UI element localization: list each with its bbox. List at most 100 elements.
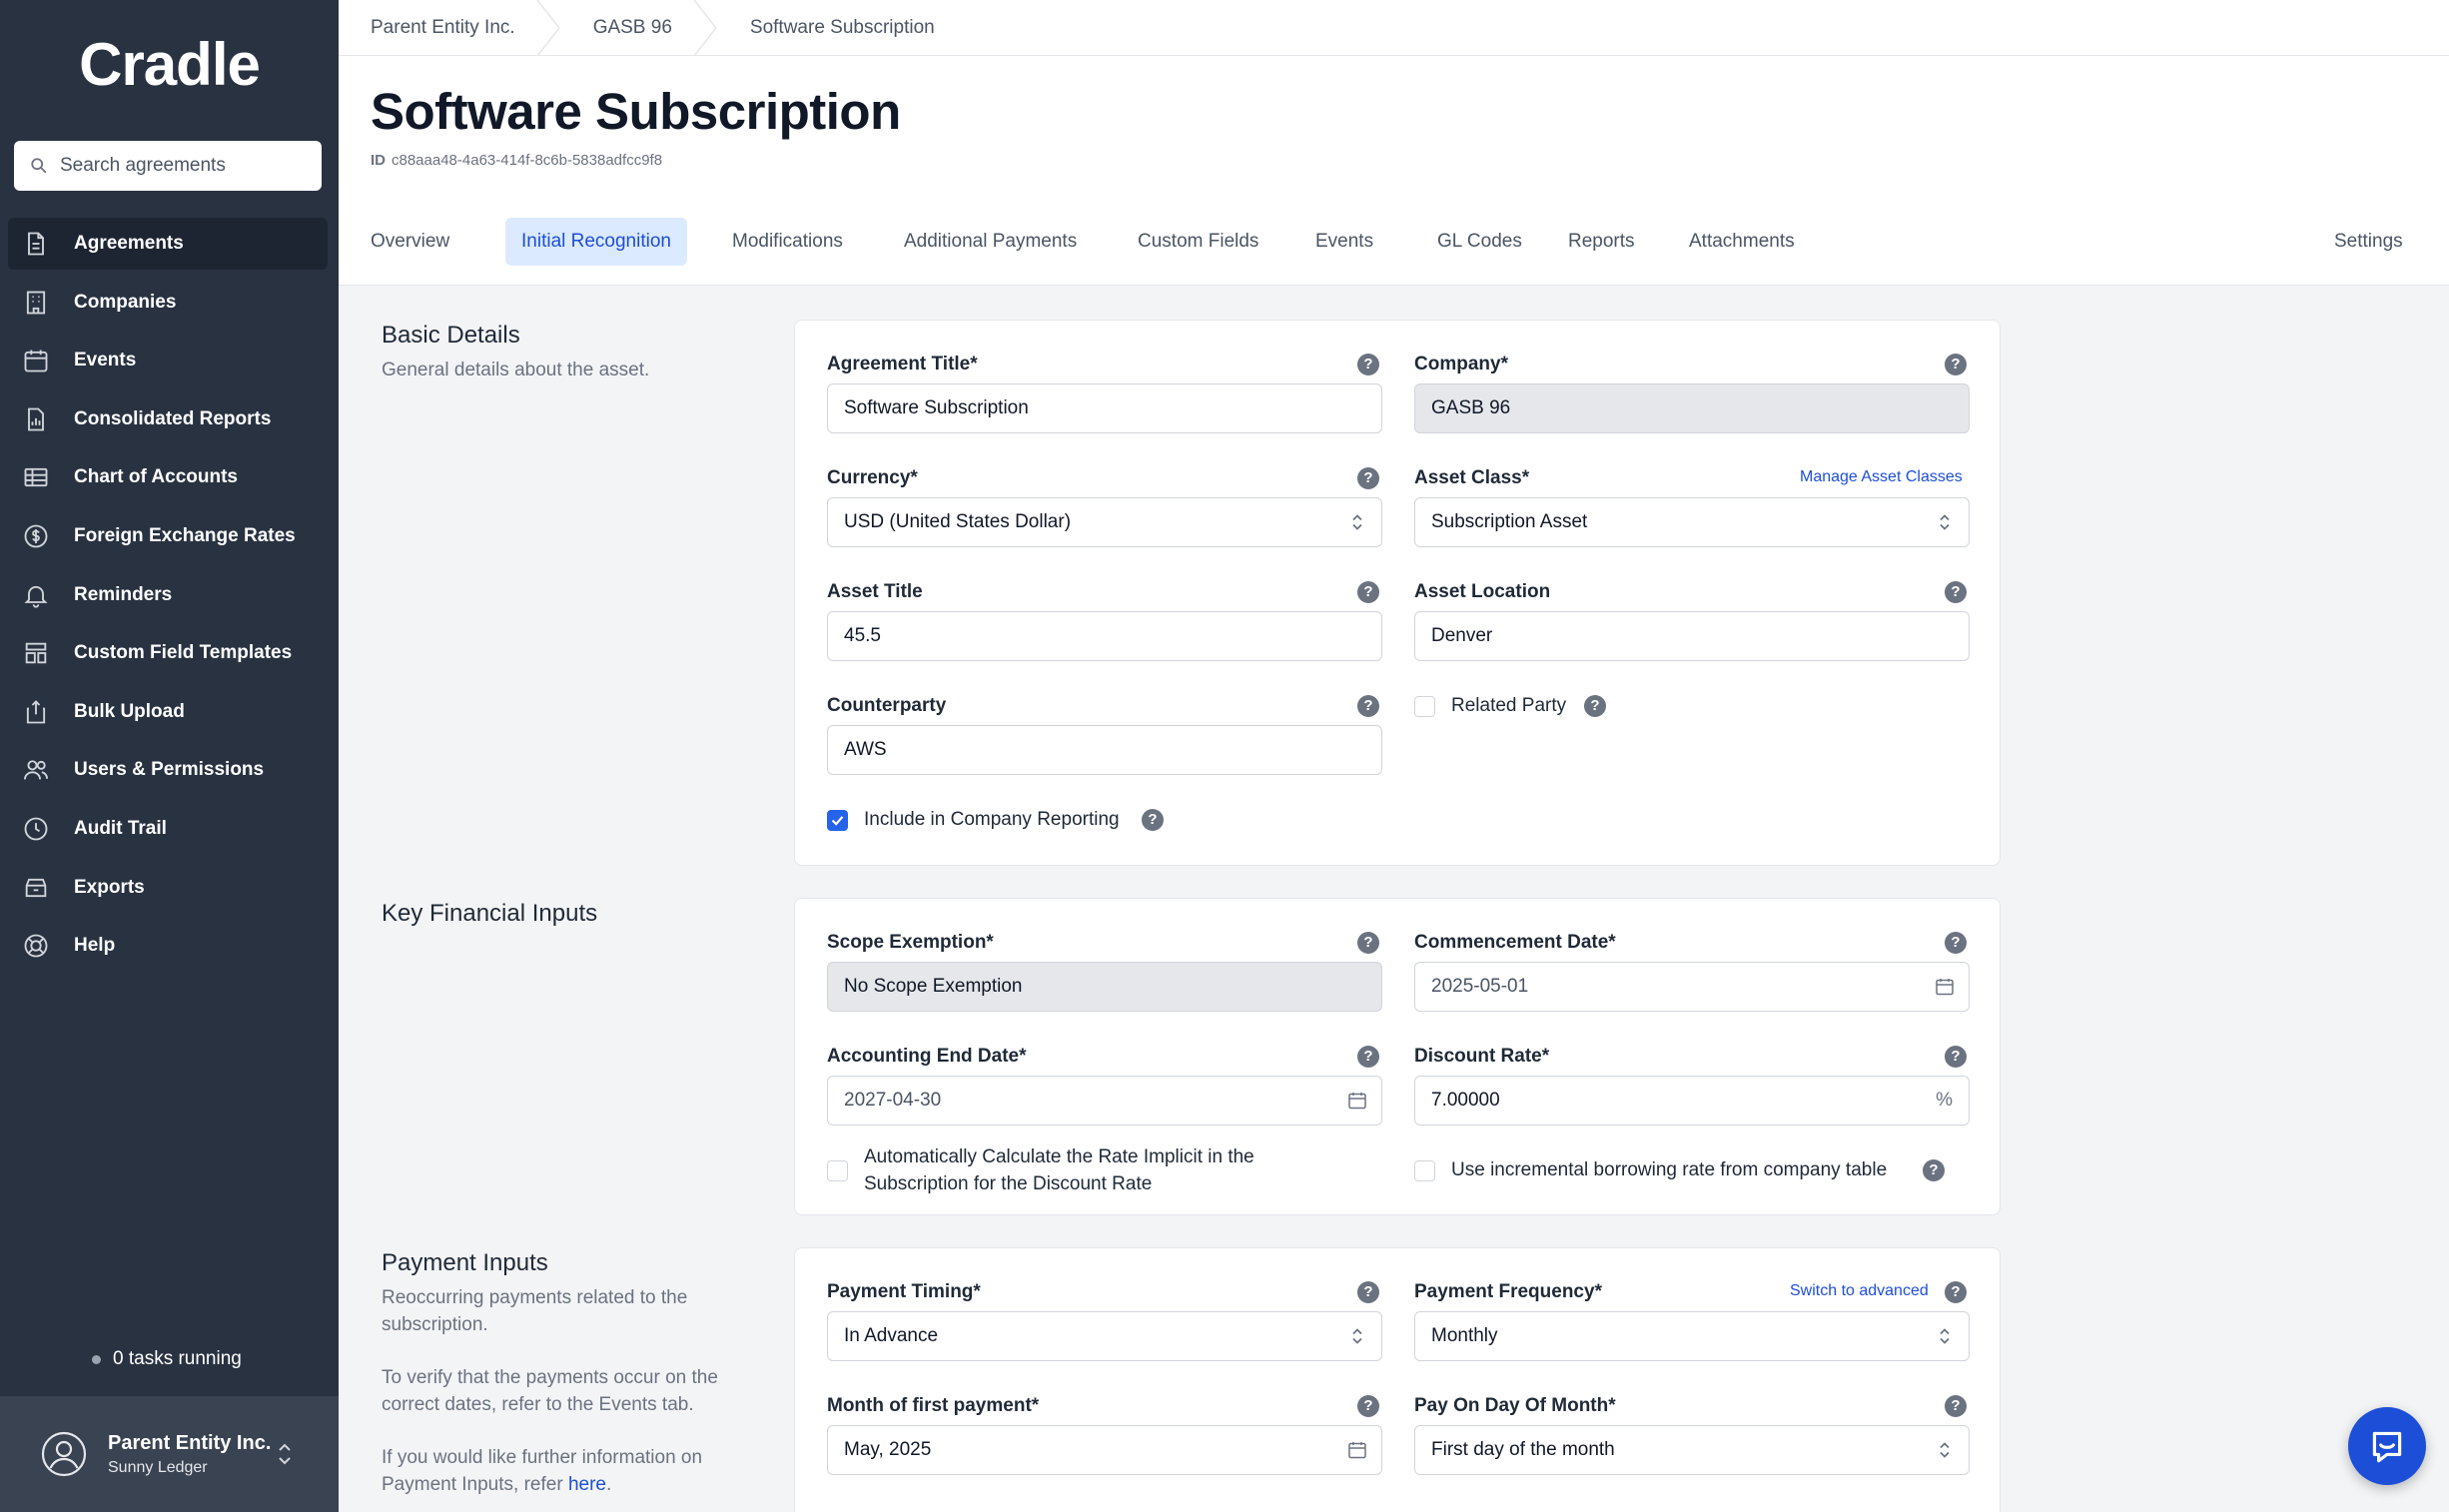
asset-title-input[interactable]: 45.5: [827, 611, 1382, 661]
agreement-title-input[interactable]: Software Subscription: [827, 383, 1382, 433]
help-icon[interactable]: ?: [1945, 354, 1967, 376]
sidebar-nav: Agreements Companies Events Consolidated…: [8, 218, 328, 979]
help-icon[interactable]: ?: [1357, 354, 1379, 376]
help-icon[interactable]: ?: [1357, 1395, 1379, 1417]
payment-frequency-select[interactable]: Monthly: [1414, 1311, 1970, 1361]
account-org: Parent Entity Inc.: [108, 1431, 272, 1454]
sidebar-item-users-permissions[interactable]: Users & Permissions: [8, 744, 328, 796]
breadcrumb: Parent Entity Inc. GASB 96 Software Subs…: [339, 0, 2449, 56]
checkmark-icon: [831, 816, 844, 826]
pay-day-label: Pay On Day Of Month*: [1414, 1395, 1616, 1416]
include-reporting-checkbox[interactable]: [827, 810, 848, 831]
sidebar-item-events[interactable]: Events: [8, 335, 328, 386]
tab-modifications[interactable]: Modifications: [716, 218, 859, 266]
help-icon[interactable]: ?: [1357, 1046, 1379, 1068]
chat-support-button[interactable]: [2348, 1407, 2426, 1485]
breadcrumb-item-parent[interactable]: Parent Entity Inc.: [339, 0, 535, 56]
payment-timing-select[interactable]: In Advance: [827, 1311, 1382, 1361]
calendar-icon[interactable]: [1347, 1091, 1367, 1111]
calendar-icon[interactable]: [1935, 977, 1955, 997]
ibr-checkbox[interactable]: [1414, 1160, 1435, 1181]
chat-icon: [2372, 1431, 2402, 1463]
tab-settings[interactable]: Settings: [2318, 218, 2419, 266]
payment-timing-value: In Advance: [844, 1325, 939, 1346]
help-icon[interactable]: ?: [1357, 581, 1379, 603]
sidebar-item-custom-field-templates[interactable]: Custom Field Templates: [8, 627, 328, 679]
tab-events[interactable]: Events: [1299, 218, 1389, 266]
key-financial-card: Scope Exemption* ? No Scope Exemption Co…: [794, 898, 2001, 1215]
asset-location-input[interactable]: Denver: [1414, 611, 1970, 661]
sidebar-item-agreements[interactable]: Agreements: [8, 218, 328, 270]
help-icon[interactable]: ?: [1945, 932, 1967, 954]
sidebar-item-bulk-upload[interactable]: Bulk Upload: [8, 686, 328, 738]
tab-custom-fields[interactable]: Custom Fields: [1122, 218, 1274, 266]
include-reporting-label: Include in Company Reporting: [864, 809, 1120, 830]
tab-additional-payments[interactable]: Additional Payments: [888, 218, 1093, 266]
asset-class-select[interactable]: Subscription Asset: [1414, 497, 1970, 547]
help-icon[interactable]: ?: [1945, 1395, 1967, 1417]
help-icon[interactable]: ?: [1945, 1046, 1967, 1068]
search-input[interactable]: [60, 155, 310, 177]
tab-overview[interactable]: Overview: [355, 218, 465, 266]
help-icon[interactable]: ?: [1584, 695, 1606, 717]
calendar-icon: [24, 350, 48, 373]
sidebar-item-label: Exports: [74, 876, 145, 898]
sidebar-item-audit-trail[interactable]: Audit Trail: [8, 803, 328, 855]
tab-attachments[interactable]: Attachments: [1673, 218, 1811, 266]
page-title: Software Subscription: [371, 83, 901, 140]
related-party-checkbox[interactable]: [1414, 696, 1435, 717]
commencement-date-value: 2025-05-01: [1431, 976, 1529, 997]
search-box[interactable]: [14, 141, 322, 191]
asset-location-label: Asset Location: [1414, 581, 1551, 602]
sidebar-item-exports[interactable]: Exports: [8, 862, 328, 914]
commencement-date-input[interactable]: 2025-05-01: [1414, 962, 1970, 1012]
agreement-title-value: Software Subscription: [844, 397, 1029, 418]
help-icon[interactable]: ?: [1357, 932, 1379, 954]
breadcrumb-item-company[interactable]: GASB 96: [561, 0, 692, 56]
discount-rate-input[interactable]: 7.00000 %: [1414, 1076, 1970, 1126]
sidebar-item-help[interactable]: Help: [8, 920, 328, 972]
accounting-end-date-input[interactable]: 2027-04-30: [827, 1076, 1382, 1126]
help-icon[interactable]: ?: [1945, 1281, 1967, 1303]
id-value: c88aaa48-4a63-414f-8c6b-5838adfcc9f8: [392, 152, 663, 169]
sidebar-item-label: Users & Permissions: [74, 759, 265, 781]
tab-reports[interactable]: Reports: [1552, 218, 1651, 266]
counterparty-input[interactable]: AWS: [827, 725, 1382, 775]
sidebar-item-foreign-exchange-rates[interactable]: Foreign Exchange Rates: [8, 510, 328, 562]
help-icon[interactable]: ?: [1923, 1159, 1945, 1181]
sidebar-item-chart-of-accounts[interactable]: Chart of Accounts: [8, 451, 328, 503]
sidebar-item-label: Audit Trail: [74, 817, 167, 839]
accounting-end-date-label: Accounting End Date*: [827, 1046, 1027, 1067]
calendar-icon[interactable]: [1347, 1440, 1367, 1460]
account-switcher[interactable]: Parent Entity Inc. Sunny Ledger: [0, 1396, 339, 1512]
help-icon[interactable]: ?: [1357, 1281, 1379, 1303]
users-icon: [23, 760, 49, 780]
currency-select[interactable]: USD (United States Dollar): [827, 497, 1382, 547]
user-avatar-icon: [41, 1431, 87, 1477]
switch-to-advanced-link[interactable]: Switch to advanced: [1790, 1282, 1929, 1300]
pay-day-select[interactable]: First day of the month: [1414, 1425, 1970, 1475]
sidebar-item-reminders[interactable]: Reminders: [8, 569, 328, 621]
help-icon[interactable]: ?: [1945, 581, 1967, 603]
chevron-up-down-icon: [1940, 1328, 1950, 1344]
help-icon[interactable]: ?: [1357, 467, 1379, 489]
first-payment-month-input[interactable]: May, 2025: [827, 1425, 1382, 1475]
help-icon[interactable]: ?: [1357, 695, 1379, 717]
tab-initial-recognition[interactable]: Initial Recognition: [505, 218, 687, 266]
first-payment-month-label: Month of first payment*: [827, 1395, 1040, 1416]
help-icon[interactable]: ?: [1142, 809, 1164, 831]
sidebar-item-companies[interactable]: Companies: [8, 277, 328, 329]
building-icon: [26, 291, 46, 315]
manage-asset-classes-link[interactable]: Manage Asset Classes: [1800, 468, 1963, 486]
payment-info-link[interactable]: here: [568, 1474, 606, 1495]
bell-icon: [24, 585, 48, 608]
app-logo[interactable]: Cradle: [0, 30, 339, 99]
payment-frequency-label: Payment Frequency*: [1414, 1281, 1602, 1302]
discount-rate-label: Discount Rate*: [1414, 1046, 1550, 1067]
discount-rate-value: 7.00000: [1431, 1090, 1500, 1111]
sidebar-item-consolidated-reports[interactable]: Consolidated Reports: [8, 393, 328, 445]
asset-location-value: Denver: [1431, 625, 1493, 646]
sidebar-item-label: Agreements: [74, 233, 184, 254]
tab-gl-codes[interactable]: GL Codes: [1421, 218, 1538, 266]
auto-calc-rate-checkbox[interactable]: [827, 1160, 848, 1181]
